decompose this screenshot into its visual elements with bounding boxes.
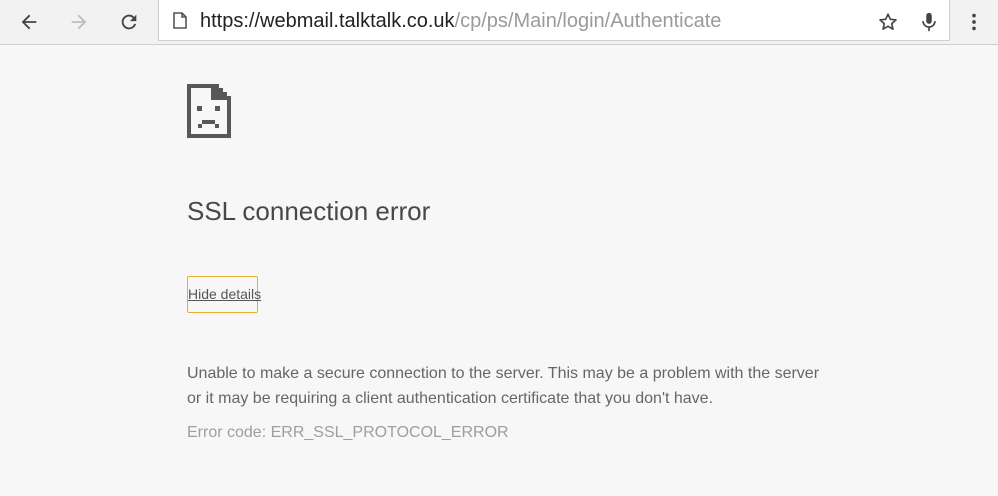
hide-details-button[interactable]: Hide details (187, 276, 261, 313)
error-title: SSL connection error (187, 196, 431, 226)
url-host: webmail.talktalk.co.uk (260, 10, 455, 32)
explanation-line-2: or it may be requiring a client authenti… (187, 390, 714, 407)
reload-button[interactable] (113, 6, 145, 38)
sad-page-icon (187, 84, 231, 138)
error-code: Error code: ERR_SSL_PROTOCOL_ERROR (187, 424, 509, 441)
menu-button[interactable] (958, 6, 990, 38)
url-scheme: https:// (200, 10, 261, 32)
arrow-left-icon (21, 14, 37, 30)
url-path: /cp/ps/Main/login/Authenticate (454, 10, 722, 32)
page-icon[interactable] (173, 12, 187, 29)
reload-icon (121, 14, 137, 30)
browser-toolbar: https://webmail.talktalk.co.uk/cp/ps/Mai… (0, 0, 998, 45)
forward-button[interactable] (63, 6, 95, 38)
star-icon (879, 13, 897, 30)
address-bar[interactable]: https://webmail.talktalk.co.uk/cp/ps/Mai… (158, 0, 950, 41)
error-explanation: Unable to make a secure connection to th… (187, 361, 827, 411)
arrow-right-icon (71, 14, 87, 30)
bookmark-button[interactable] (872, 6, 904, 38)
explanation-line-1: Unable to make a secure connection to th… (187, 365, 820, 382)
url-text[interactable]: https://webmail.talktalk.co.uk/cp/ps/Mai… (200, 9, 721, 33)
back-button[interactable] (13, 6, 45, 38)
kebab-menu-icon (972, 13, 976, 31)
microphone-icon (922, 12, 936, 32)
voice-search-button[interactable] (913, 6, 945, 38)
